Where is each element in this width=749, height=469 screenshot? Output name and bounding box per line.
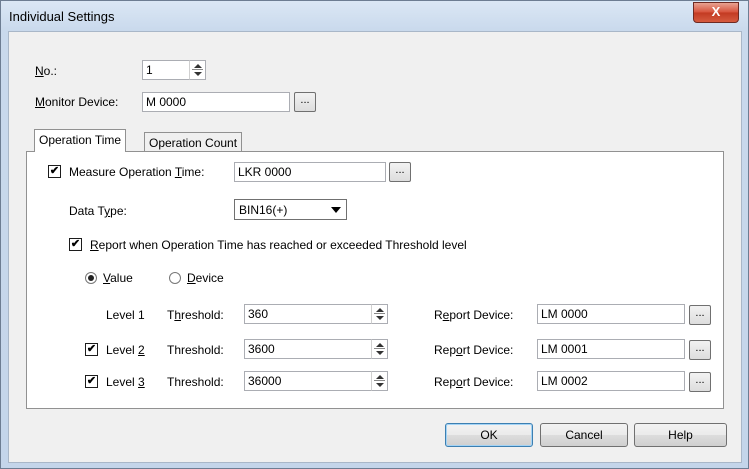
- level-2-threshold-spinner[interactable]: [371, 339, 388, 359]
- ok-button[interactable]: OK: [445, 423, 533, 447]
- level-1-threshold-input[interactable]: 360: [244, 304, 372, 324]
- level-2-threshold-label: Threshold:: [167, 343, 224, 357]
- level-1-report-device-input[interactable]: LM 0000: [537, 304, 685, 324]
- close-icon: X: [711, 4, 721, 19]
- level-3-checkbox[interactable]: ✔: [85, 375, 98, 388]
- level-1-report-device-browse-button[interactable]: ...: [689, 305, 711, 325]
- no-label: No.:: [35, 64, 58, 78]
- level-1-label: Level 1: [106, 308, 145, 322]
- spin-down-icon[interactable]: [194, 72, 202, 76]
- level-2-label: Level 2: [106, 343, 145, 357]
- report-threshold-checkbox[interactable]: ✔: [69, 238, 82, 251]
- level-3-report-device-browse-button[interactable]: ...: [689, 372, 711, 392]
- data-type-select[interactable]: BIN16(+): [234, 199, 347, 220]
- level-3-label: Level 3: [106, 375, 145, 389]
- spin-up-icon[interactable]: [376, 343, 384, 347]
- monitor-device-browse-button[interactable]: ...: [294, 92, 316, 112]
- device-radio-label: Device: [187, 271, 224, 285]
- close-button[interactable]: X: [693, 2, 739, 23]
- spin-up-icon[interactable]: [194, 64, 202, 68]
- level-1-threshold-spinner[interactable]: [371, 304, 388, 324]
- monitor-device-label: Monitor Device:: [35, 95, 119, 109]
- cancel-button[interactable]: Cancel: [540, 423, 628, 447]
- level-3-threshold-input[interactable]: 36000: [244, 371, 372, 391]
- spin-down-icon[interactable]: [376, 383, 384, 387]
- spin-up-icon[interactable]: [376, 308, 384, 312]
- device-radio[interactable]: [169, 272, 181, 284]
- level-2-checkbox[interactable]: ✔: [85, 343, 98, 356]
- measure-device-input[interactable]: LKR 0000: [234, 162, 386, 182]
- window-title: Individual Settings: [9, 9, 115, 24]
- level-2-report-device-label: Report Device:: [434, 343, 514, 357]
- level-2-threshold-input[interactable]: 3600: [244, 339, 372, 359]
- title-bar[interactable]: Individual Settings X: [1, 1, 748, 31]
- monitor-device-input[interactable]: M 0000: [142, 92, 290, 112]
- level-3-report-device-label: Report Device:: [434, 375, 514, 389]
- chevron-down-icon: [331, 207, 341, 213]
- dialog-window: Individual Settings X No.: 1 Monitor Dev…: [0, 0, 749, 469]
- no-spinner[interactable]: [189, 60, 206, 80]
- value-radio[interactable]: [85, 272, 97, 284]
- tab-operation-time[interactable]: Operation Time: [34, 129, 127, 152]
- spin-up-icon[interactable]: [376, 375, 384, 379]
- level-1-report-device-label: Report Device:: [434, 308, 514, 322]
- report-threshold-label: Report when Operation Time has reached o…: [90, 238, 467, 252]
- level-1-threshold-label: Threshold:: [167, 308, 224, 322]
- value-radio-label: Value: [103, 271, 133, 285]
- tab-operation-count[interactable]: Operation Count: [144, 132, 243, 152]
- measure-operation-time-label: Measure Operation Time:: [69, 165, 205, 179]
- spin-down-icon[interactable]: [376, 316, 384, 320]
- data-type-label: Data Type:: [69, 204, 127, 218]
- level-3-report-device-input[interactable]: LM 0002: [537, 371, 685, 391]
- measure-device-browse-button[interactable]: ...: [389, 162, 411, 182]
- level-2-report-device-browse-button[interactable]: ...: [689, 340, 711, 360]
- no-input[interactable]: 1: [142, 60, 190, 80]
- level-3-threshold-label: Threshold:: [167, 375, 224, 389]
- measure-operation-time-checkbox[interactable]: ✔: [48, 165, 61, 178]
- spin-down-icon[interactable]: [376, 351, 384, 355]
- help-button[interactable]: Help: [634, 423, 727, 447]
- level-2-report-device-input[interactable]: LM 0001: [537, 339, 685, 359]
- level-3-threshold-spinner[interactable]: [371, 371, 388, 391]
